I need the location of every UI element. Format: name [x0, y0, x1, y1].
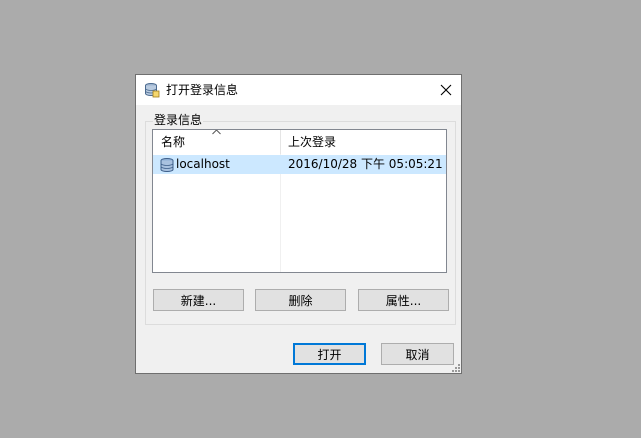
sort-ascending-icon — [212, 130, 221, 135]
dialog-title: 打开登录信息 — [166, 83, 239, 97]
list-item[interactable]: localhost 2016/10/28 下午 05:05:21 — [153, 155, 446, 174]
column-header-name[interactable]: 名称 — [161, 135, 185, 149]
open-login-info-dialog: 打开登录信息 登录信息 名称 上次登录 localhost 2016/10/28… — [135, 74, 462, 374]
column-header-last-login[interactable]: 上次登录 — [288, 135, 336, 149]
database-icon — [159, 157, 175, 173]
row-name: localhost — [176, 157, 230, 171]
cancel-button[interactable]: 取消 — [381, 343, 454, 365]
group-label: 登录信息 — [153, 113, 204, 127]
resize-grip-icon[interactable] — [450, 362, 460, 372]
database-icon — [144, 82, 160, 98]
new-button[interactable]: 新建... — [153, 289, 244, 311]
properties-button[interactable]: 属性... — [358, 289, 449, 311]
delete-button[interactable]: 删除 — [255, 289, 346, 311]
close-button[interactable] — [431, 75, 461, 105]
column-divider[interactable] — [280, 130, 281, 154]
login-list[interactable]: 名称 上次登录 localhost 2016/10/28 下午 05:05:21 — [152, 129, 447, 273]
list-header: 名称 上次登录 — [153, 130, 446, 154]
title-bar[interactable]: 打开登录信息 — [136, 75, 461, 105]
row-last-login: 2016/10/28 下午 05:05:21 — [288, 157, 443, 171]
close-icon — [440, 84, 452, 96]
open-button[interactable]: 打开 — [293, 343, 366, 365]
